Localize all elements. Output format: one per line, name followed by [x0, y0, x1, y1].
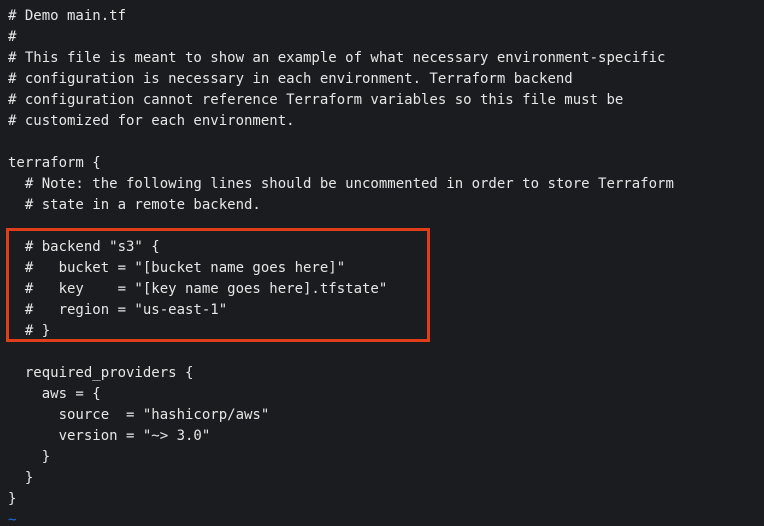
code-line: # state in a remote backend.	[8, 197, 261, 213]
code-line: # Demo main.tf	[8, 8, 126, 24]
code-line: # region = "us-east-1"	[8, 302, 227, 318]
code-line: # Note: the following lines should be un…	[8, 176, 674, 192]
vim-tilde: ~	[8, 512, 16, 526]
code-line: # }	[8, 323, 50, 339]
code-line: # customized for each environment.	[8, 113, 295, 129]
code-line: terraform {	[8, 155, 101, 171]
code-line: # This file is meant to show an example …	[8, 50, 665, 66]
code-line: #	[8, 29, 16, 45]
code-line: aws = {	[8, 386, 101, 402]
code-line: }	[8, 449, 50, 465]
code-line: # bucket = "[bucket name goes here]"	[8, 260, 345, 276]
code-line: # backend "s3" {	[8, 239, 160, 255]
code-block: # Demo main.tf # # This file is meant to…	[0, 0, 764, 526]
code-line: source = "hashicorp/aws"	[8, 407, 269, 423]
code-line: # key = "[key name goes here].tfstate"	[8, 281, 387, 297]
code-line: }	[8, 491, 16, 507]
code-line: version = "~> 3.0"	[8, 428, 210, 444]
code-line: # configuration cannot reference Terrafo…	[8, 92, 623, 108]
code-line: # configuration is necessary in each env…	[8, 71, 573, 87]
code-line: required_providers {	[8, 365, 193, 381]
code-line: }	[8, 470, 33, 486]
